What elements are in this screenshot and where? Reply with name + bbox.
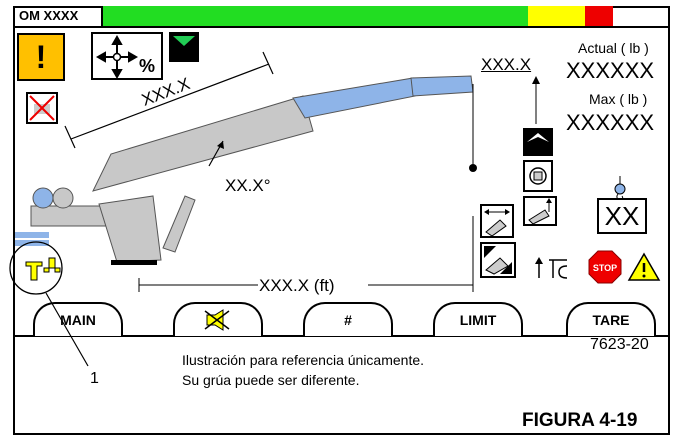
actual-load-label: Actual ( lb ) bbox=[578, 40, 649, 56]
svg-text:STOP: STOP bbox=[593, 263, 617, 273]
tare-button[interactable]: TARE bbox=[566, 302, 656, 336]
figure-code: 7623-20 bbox=[590, 336, 649, 353]
mute-alarm-button[interactable] bbox=[173, 302, 263, 336]
radius-readout: XXX.X (ft) bbox=[259, 276, 335, 295]
hook-height-arrow bbox=[532, 76, 540, 124]
parts-of-line-display[interactable]: XX bbox=[597, 198, 647, 234]
load-bar-red bbox=[584, 6, 614, 26]
caution-icon bbox=[627, 252, 661, 281]
load-bar-yellow bbox=[528, 6, 585, 26]
jib-extend-icon[interactable] bbox=[523, 196, 557, 226]
load-bar-green bbox=[103, 6, 529, 26]
boom-angle-mode-icon[interactable] bbox=[523, 128, 553, 156]
boom-lift-icon[interactable] bbox=[480, 242, 516, 278]
hoist-up-icon[interactable] bbox=[535, 256, 571, 280]
actual-load-value: XXXXXX bbox=[566, 58, 655, 83]
winch-icon[interactable] bbox=[523, 160, 553, 192]
callout-number: 1 bbox=[90, 370, 99, 387]
speaker-muted-icon bbox=[204, 309, 230, 331]
note-line-1: Ilustración para referencia únicamente. bbox=[182, 352, 425, 368]
note-line-2: Su grúa puede ser diferente. bbox=[182, 372, 360, 388]
hook-icon bbox=[614, 176, 626, 200]
callout-marker bbox=[9, 241, 89, 367]
max-load-label: Max ( lb ) bbox=[589, 91, 648, 107]
limit-button[interactable]: LIMIT bbox=[433, 302, 523, 336]
telescope-icon[interactable] bbox=[480, 204, 514, 238]
hook-height-readout: XXX.X bbox=[481, 55, 532, 74]
stop-icon[interactable]: STOP bbox=[588, 250, 622, 284]
max-load-value: XXXXXX bbox=[566, 110, 655, 135]
hash-button[interactable]: # bbox=[303, 302, 393, 336]
boom-angle-readout: XX.X° bbox=[225, 176, 271, 195]
figure-label: FIGURA 4-19 bbox=[522, 410, 638, 431]
